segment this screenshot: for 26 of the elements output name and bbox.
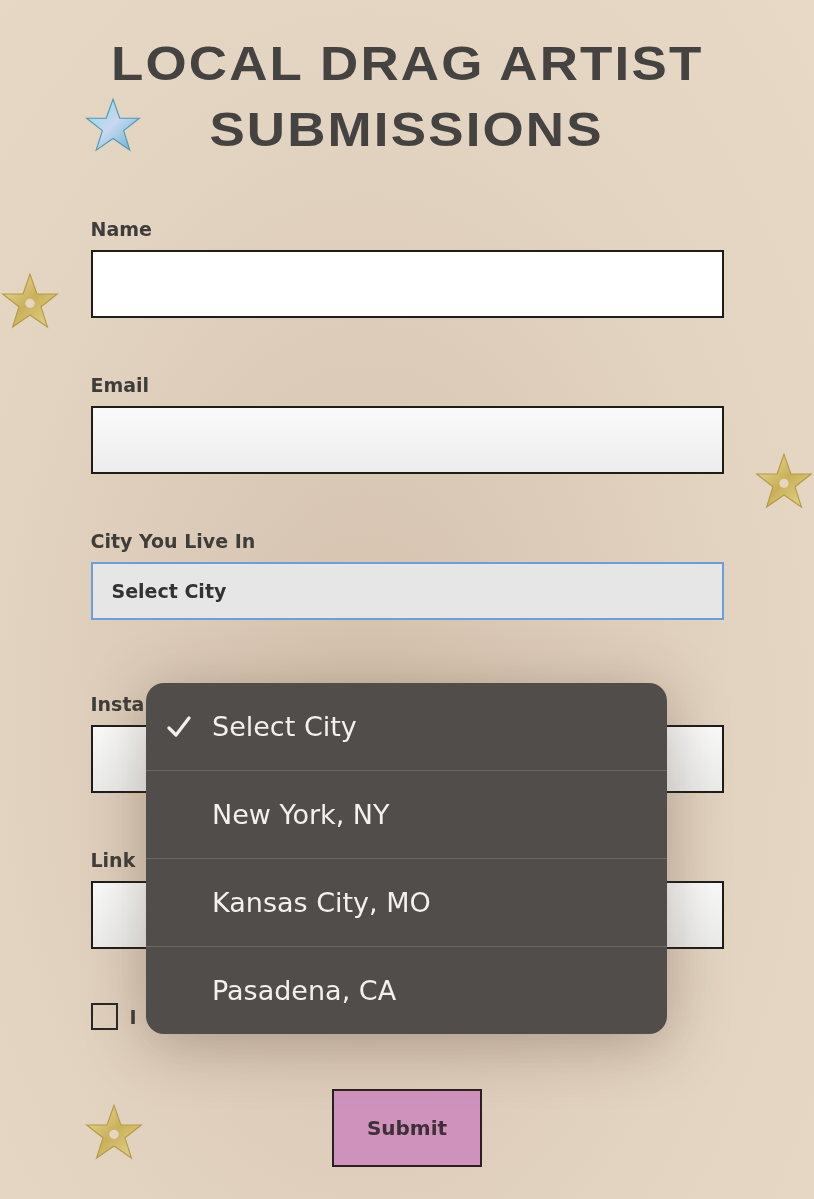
- input-field[interactable]: [90, 250, 724, 318]
- city-select[interactable]: Select City: [90, 562, 724, 620]
- submit-button[interactable]: Submit: [332, 1089, 482, 1167]
- dropdown-option[interactable]: Select City: [146, 683, 667, 770]
- input-field[interactable]: [90, 406, 724, 474]
- field-label: Name: [90, 218, 152, 240]
- star-icon: [85, 1103, 143, 1161]
- dropdown-option[interactable]: Pasadena, CA: [146, 946, 667, 1034]
- checkbox-label: I: [129, 1005, 137, 1028]
- dropdown-option[interactable]: New York, NY: [146, 770, 667, 858]
- field-label: Link: [90, 849, 136, 871]
- field-label: City You Live In: [90, 530, 256, 552]
- option-label: Pasadena, CA: [212, 975, 397, 1006]
- page-title: SUBMISSIONS: [209, 101, 605, 158]
- page-title: LOCAL DRAG ARTIST: [110, 35, 704, 92]
- star-icon: [1, 272, 59, 330]
- field-label: Email: [90, 374, 150, 396]
- field-label: Insta: [90, 693, 145, 715]
- star-icon: [755, 452, 813, 510]
- option-label: Select City: [212, 711, 357, 742]
- dropdown-option[interactable]: Kansas City, MO: [146, 858, 667, 946]
- checkmark-icon: [167, 715, 191, 738]
- option-label: Kansas City, MO: [212, 887, 431, 918]
- option-label: New York, NY: [212, 799, 390, 830]
- checkbox[interactable]: [90, 1003, 118, 1030]
- star-icon: [85, 97, 141, 153]
